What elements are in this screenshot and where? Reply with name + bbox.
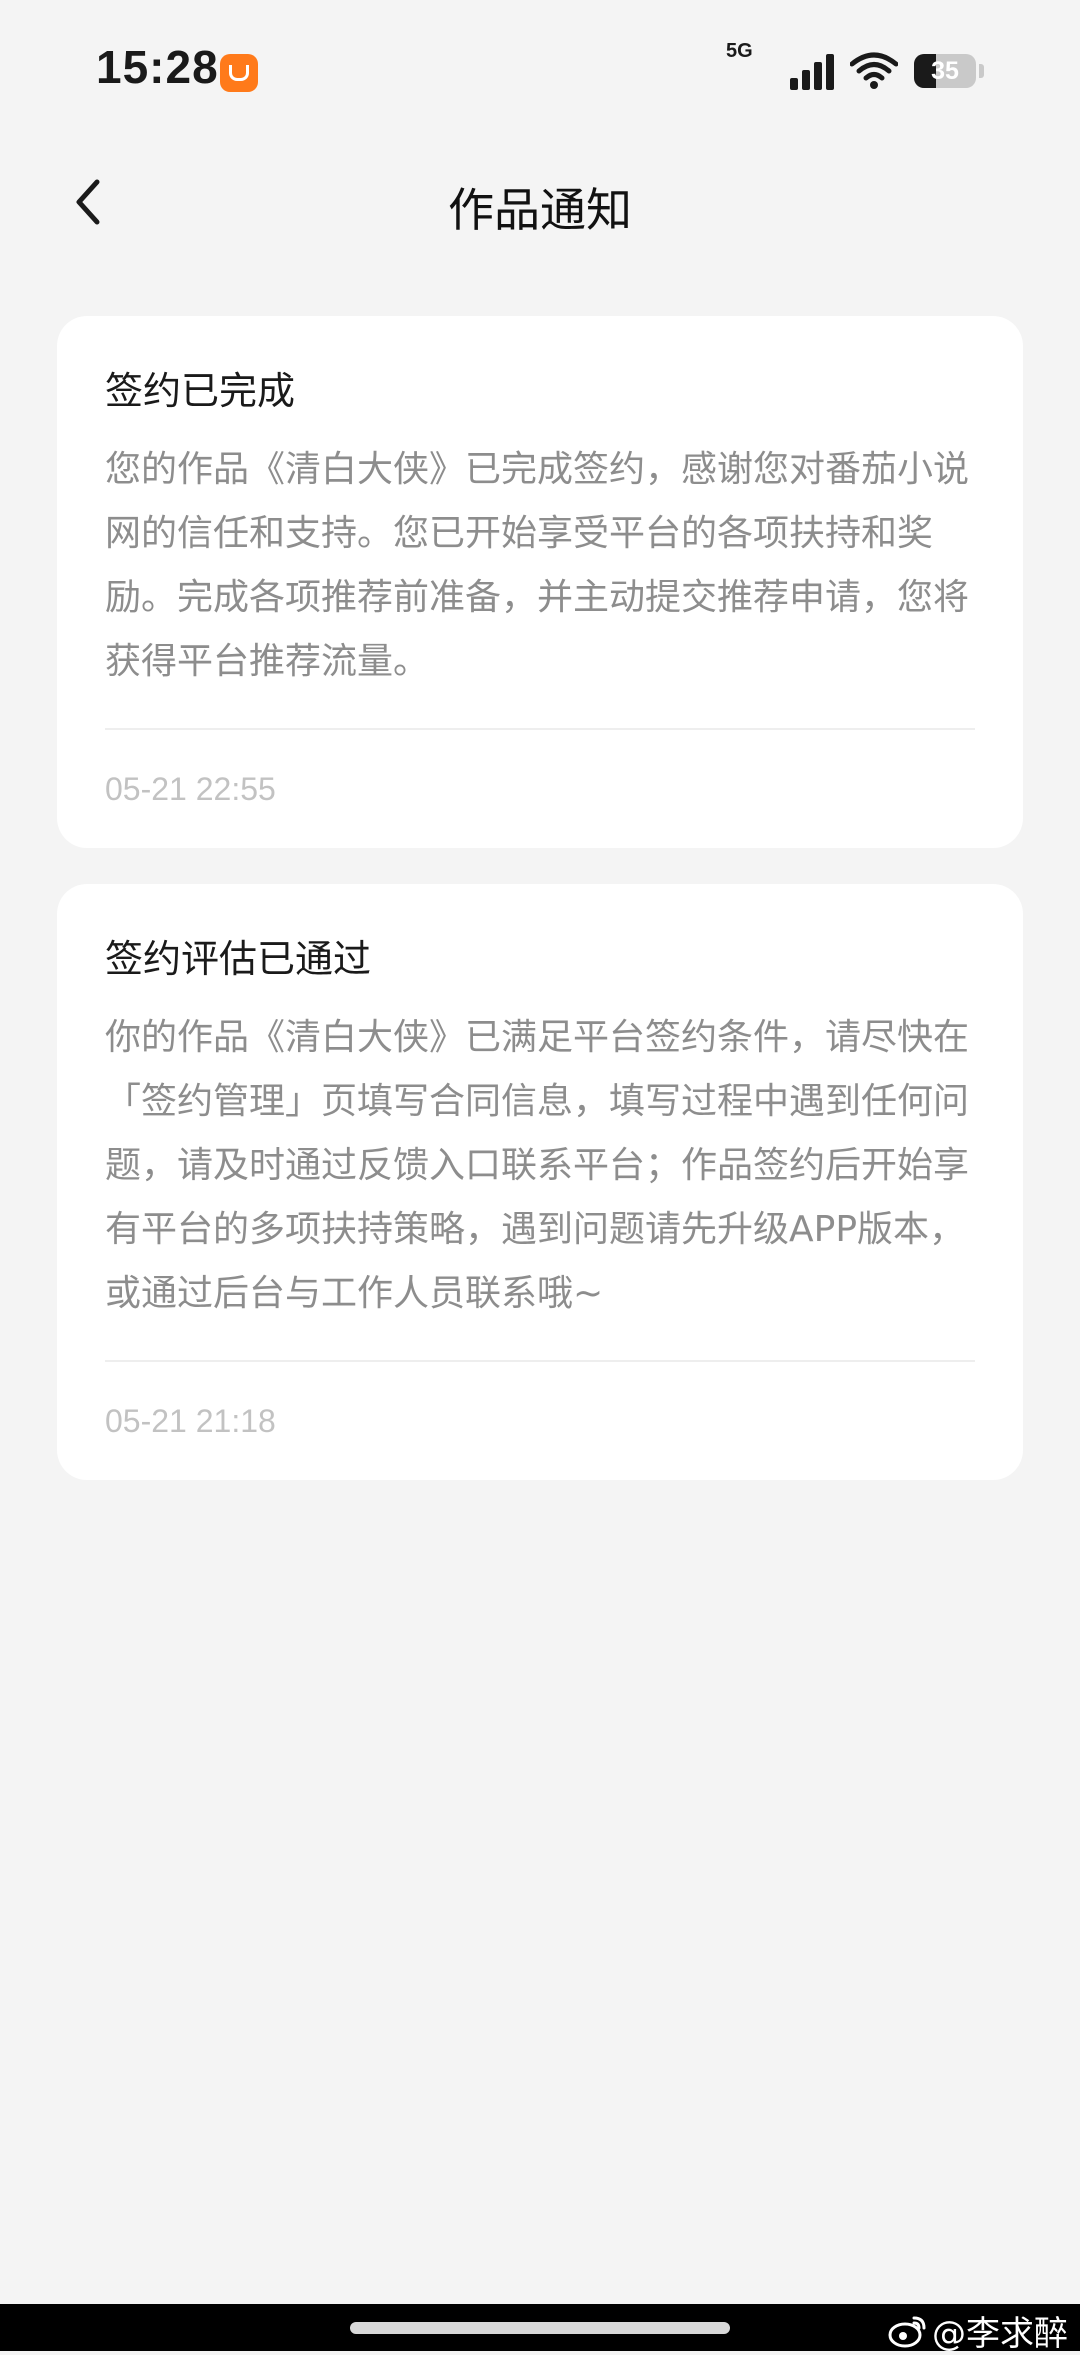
network-type-label: 5G <box>726 40 753 62</box>
status-bar: 15:28 5G 35 <box>0 0 1080 140</box>
nav-header: 作品通知 <box>0 150 1080 254</box>
home-indicator[interactable] <box>350 2322 730 2334</box>
notification-body: 您的作品《清白大侠》已完成签约，感谢您对番茄小说网的信任和支持。您已开始享受平台… <box>105 438 975 730</box>
battery-icon: 35 <box>914 54 976 88</box>
notification-title: 签约已完成 <box>105 369 296 413</box>
battery-level: 35 <box>931 56 959 85</box>
status-icons: 5G 35 <box>726 40 984 96</box>
notification-card[interactable]: 签约已完成 您的作品《清白大侠》已完成签约，感谢您对番茄小说网的信任和支持。您已… <box>57 316 1023 848</box>
notification-body: 你的作品《清白大侠》已满足平台签约条件，请尽快在「签约管理」页填写合同信息，填写… <box>105 1006 975 1362</box>
weibo-icon <box>888 2316 926 2347</box>
watermark-text: @李求醉 <box>932 2314 1068 2354</box>
status-time: 15:28 <box>96 41 219 93</box>
wifi-icon <box>850 52 898 89</box>
shopping-bag-icon <box>220 54 258 92</box>
notification-time: 05-21 21:18 <box>105 1403 276 1439</box>
watermark: @李求醉 <box>888 2306 1068 2355</box>
notification-card[interactable]: 签约评估已通过 你的作品《清白大侠》已满足平台签约条件，请尽快在「签约管理」页填… <box>57 884 1023 1480</box>
page-title: 作品通知 <box>448 183 632 237</box>
notification-time: 05-21 22:55 <box>105 771 276 807</box>
notification-list: 签约已完成 您的作品《清白大侠》已完成签约，感谢您对番茄小说网的信任和支持。您已… <box>57 316 1023 1516</box>
notification-title: 签约评估已通过 <box>105 937 372 981</box>
cellular-signal-icon <box>790 52 836 90</box>
